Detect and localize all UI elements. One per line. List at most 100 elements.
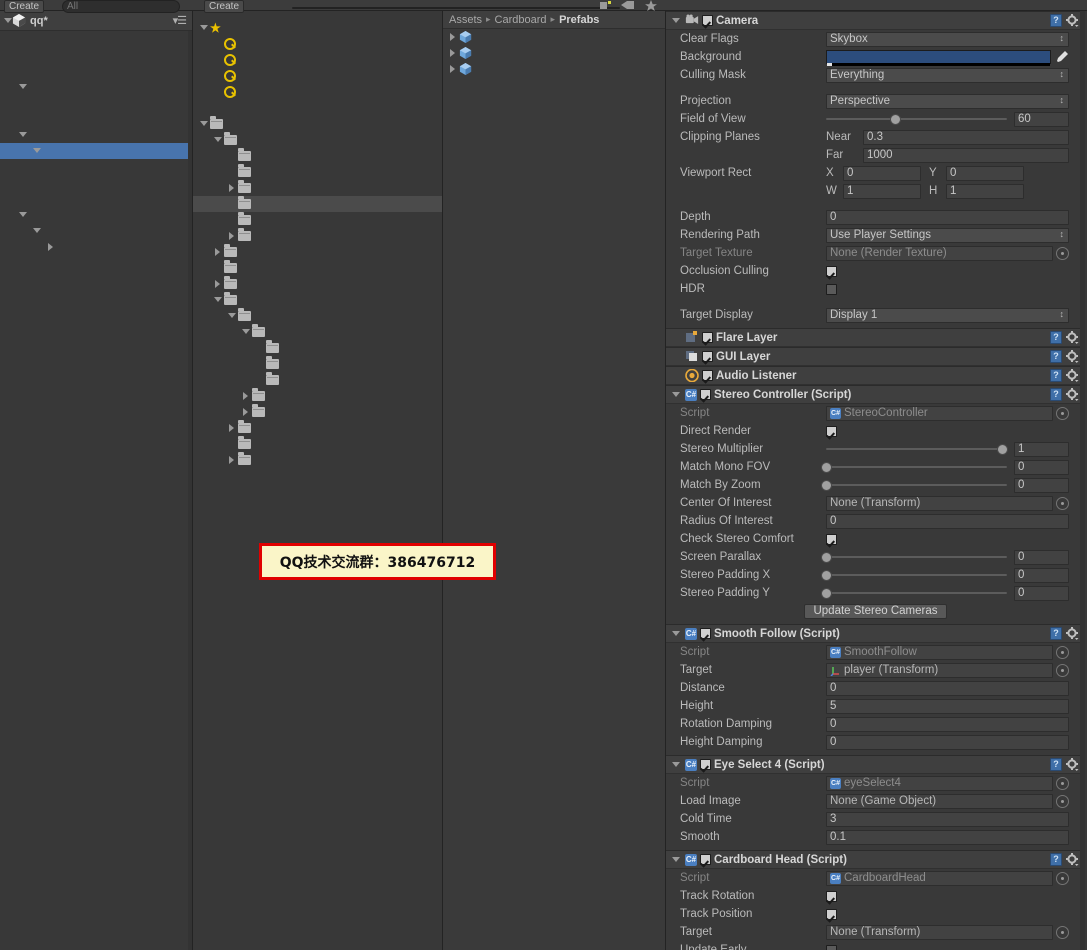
object-field[interactable]: C# StereoController xyxy=(826,405,1053,421)
favorite-star-icon[interactable] xyxy=(644,0,662,11)
object-field[interactable]: C# SmoothFollow xyxy=(826,644,1053,660)
object-picker-icon[interactable] xyxy=(1056,776,1069,790)
hierarchy-item[interactable] xyxy=(0,239,192,255)
object-picker-icon[interactable] xyxy=(1056,645,1069,659)
hierarchy-item[interactable] xyxy=(0,143,192,159)
project-tree-item[interactable] xyxy=(193,196,442,212)
project-tree-item[interactable] xyxy=(193,404,442,420)
object-picker-icon[interactable] xyxy=(1056,496,1069,510)
component-header[interactable]: C# Smooth Follow (Script)? xyxy=(666,624,1085,643)
slider-knob[interactable] xyxy=(889,113,901,125)
component-enabled-checkbox[interactable] xyxy=(700,759,711,770)
slider-stereo-multiplier[interactable] xyxy=(826,443,1008,456)
foldout-down-icon[interactable] xyxy=(199,121,208,127)
color-field[interactable] xyxy=(826,50,1051,66)
object-field[interactable]: C# CardboardHead xyxy=(826,870,1053,886)
project-tree-item[interactable] xyxy=(193,292,442,308)
slider-value-field[interactable]: 0 xyxy=(1014,459,1069,475)
number-field-1[interactable]: 1 xyxy=(843,183,921,199)
foldout-right-icon[interactable] xyxy=(229,423,234,432)
help-icon[interactable]: ? xyxy=(1050,14,1062,27)
foldout-down-icon[interactable] xyxy=(227,313,236,319)
foldout-right-icon[interactable] xyxy=(229,455,234,464)
filter-by-label-icon[interactable] xyxy=(620,0,638,11)
hierarchy-item[interactable] xyxy=(0,95,192,111)
number-field[interactable]: 0.1 xyxy=(826,829,1069,845)
project-tree-item[interactable] xyxy=(193,244,442,260)
number-field[interactable]: 1000 xyxy=(863,147,1069,163)
scene-foldout-icon[interactable] xyxy=(4,18,12,23)
filter-by-type-icon[interactable] xyxy=(598,0,616,11)
number-field-1[interactable]: 0 xyxy=(843,165,921,181)
asset-item[interactable] xyxy=(443,45,665,61)
object-picker-icon[interactable] xyxy=(1056,663,1069,677)
dropdown-rendering-path[interactable]: Use Player Settings xyxy=(826,227,1069,243)
component-enabled-checkbox[interactable] xyxy=(702,370,713,381)
component-enabled-checkbox[interactable] xyxy=(702,351,713,362)
project-tree-item[interactable] xyxy=(193,452,442,468)
component-header[interactable]: Camera? xyxy=(666,11,1085,30)
hierarchy-menu-icon[interactable]: ▾☰ xyxy=(173,14,187,27)
checkbox[interactable] xyxy=(826,265,837,277)
object-picker-icon[interactable] xyxy=(1056,406,1069,420)
object-field[interactable]: None (Transform) xyxy=(826,495,1053,511)
checkbox[interactable] xyxy=(826,890,837,902)
project-tree-item[interactable] xyxy=(193,388,442,404)
slider-knob[interactable] xyxy=(821,569,832,581)
hierarchy-item[interactable] xyxy=(0,79,192,95)
number-field[interactable]: 0 xyxy=(826,680,1069,696)
project-tree-item[interactable] xyxy=(193,116,442,132)
foldout-down-icon[interactable] xyxy=(241,329,250,335)
foldout-right-icon[interactable] xyxy=(229,231,234,240)
component-header[interactable]: C# Eye Select 4 (Script)? xyxy=(666,755,1085,774)
slider-match-mono-fov[interactable] xyxy=(821,461,1007,474)
slider-match-by-zoom[interactable] xyxy=(821,479,1007,492)
foldout-right-icon[interactable] xyxy=(450,32,455,41)
hierarchy-item[interactable] xyxy=(0,127,192,143)
checkbox[interactable] xyxy=(826,425,837,437)
foldout-right-icon[interactable] xyxy=(450,48,455,57)
object-picker-icon[interactable] xyxy=(1056,794,1069,808)
hierarchy-search-input[interactable]: All xyxy=(62,0,180,13)
foldout-down-icon[interactable] xyxy=(213,297,222,303)
foldout-right-icon[interactable] xyxy=(229,183,234,192)
number-field-2[interactable]: 0 xyxy=(946,165,1024,181)
gear-icon[interactable] xyxy=(1066,331,1079,344)
checkbox[interactable] xyxy=(826,908,837,920)
project-tree-item[interactable] xyxy=(193,276,442,292)
gear-icon[interactable] xyxy=(1066,369,1079,382)
number-field[interactable]: 0 xyxy=(826,209,1069,225)
foldout-down-icon[interactable] xyxy=(18,212,27,218)
component-enabled-checkbox[interactable] xyxy=(700,854,711,865)
slider-knob[interactable] xyxy=(821,551,832,563)
foldout-right-icon[interactable] xyxy=(243,407,248,416)
number-field[interactable]: 0 xyxy=(826,716,1069,732)
object-field[interactable]: None (Transform) xyxy=(826,924,1053,940)
slider-value-field[interactable]: 0 xyxy=(1014,567,1069,583)
slider-value-field[interactable]: 60 xyxy=(1014,111,1069,127)
checkbox[interactable] xyxy=(826,533,837,545)
gear-icon[interactable] xyxy=(1066,350,1079,363)
breadcrumb-segment[interactable]: Cardboard xyxy=(495,14,547,26)
component-foldout-icon[interactable] xyxy=(671,762,680,768)
component-header[interactable]: GUI Layer? xyxy=(666,347,1085,366)
asset-item[interactable] xyxy=(443,61,665,77)
project-tree-item[interactable] xyxy=(193,148,442,164)
foldout-right-icon[interactable] xyxy=(450,64,455,73)
update-stereo-cameras-button[interactable]: Update Stereo Cameras xyxy=(804,603,947,619)
foldout-down-icon[interactable] xyxy=(18,84,27,90)
slider-stereo-padding-y[interactable] xyxy=(821,587,1007,600)
object-field[interactable]: player (Transform) xyxy=(826,662,1053,678)
project-tree-item[interactable] xyxy=(193,372,442,388)
project-tree-item[interactable] xyxy=(193,84,442,100)
project-tree-item[interactable] xyxy=(193,68,442,84)
component-header[interactable]: Flare Layer? xyxy=(666,328,1085,347)
slider-value-field[interactable]: 0 xyxy=(1014,549,1069,565)
object-field[interactable]: None (Render Texture) xyxy=(826,245,1053,261)
component-header[interactable]: C# Cardboard Head (Script)? xyxy=(666,850,1085,869)
checkbox[interactable] xyxy=(826,283,837,295)
slider-value-field[interactable]: 1 xyxy=(1014,441,1069,457)
eyedropper-icon[interactable] xyxy=(1055,50,1069,64)
help-icon[interactable]: ? xyxy=(1050,853,1062,866)
project-tree-item[interactable]: ★ xyxy=(193,20,442,36)
